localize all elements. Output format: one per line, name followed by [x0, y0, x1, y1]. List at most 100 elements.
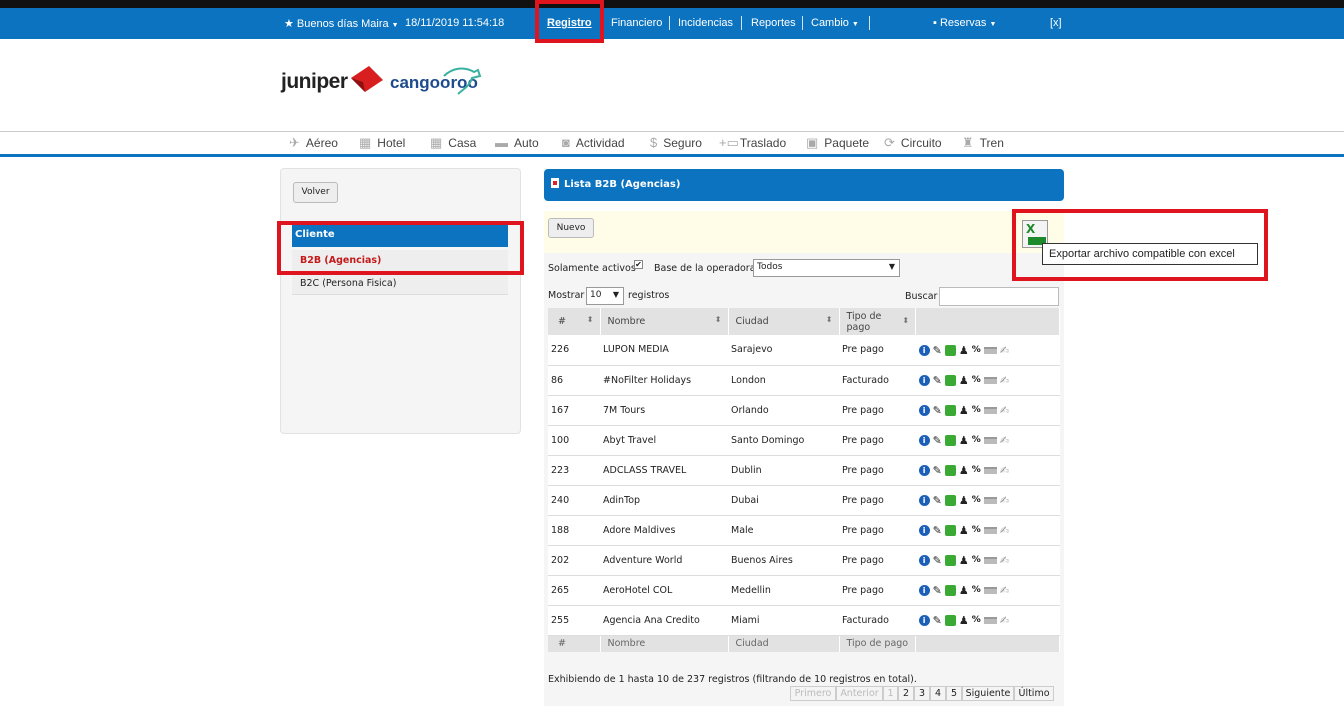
card-icon[interactable] — [983, 526, 997, 534]
info-icon[interactable]: i — [918, 524, 930, 536]
pager-first[interactable]: Primero — [790, 686, 836, 701]
sidebar-item-b2c[interactable]: B2C (Persona Fisica) — [292, 273, 508, 295]
greeting-menu[interactable]: ★ Buenos días Maira ▼ — [284, 17, 399, 30]
edit-pencil-icon[interactable]: ✎ — [933, 584, 942, 597]
card-icon[interactable] — [983, 496, 997, 504]
card-icon[interactable] — [983, 586, 997, 594]
edit-pencil-icon[interactable]: ✎ — [933, 344, 942, 357]
hand-icon[interactable]: ✍ — [1000, 614, 1009, 627]
hand-icon[interactable]: ✍ — [1000, 554, 1009, 567]
edit-pencil-icon[interactable]: ✎ — [933, 464, 942, 477]
card-icon[interactable] — [983, 436, 997, 444]
person-icon[interactable]: ♟ — [959, 584, 969, 597]
card-icon[interactable] — [983, 406, 997, 414]
hand-icon[interactable]: ✍ — [1000, 404, 1009, 417]
product-circuito[interactable]: ⟳ Circuito — [884, 135, 942, 151]
percent-icon[interactable]: % — [972, 405, 981, 415]
nav-financiero[interactable]: Financiero — [611, 17, 662, 29]
green-square-icon[interactable] — [944, 554, 956, 566]
green-square-icon[interactable] — [944, 374, 956, 386]
column-header-ciudad[interactable]: Ciudad ⬍ — [728, 308, 840, 335]
product-traslado[interactable]: +▭Traslado — [719, 135, 786, 151]
hand-icon[interactable]: ✍ — [1000, 584, 1009, 597]
close-session-link[interactable]: [x] — [1050, 17, 1062, 29]
info-icon[interactable]: i — [918, 554, 930, 566]
person-icon[interactable]: ♟ — [959, 494, 969, 507]
product-actividad[interactable]: ◙ Actividad — [562, 135, 625, 150]
green-square-icon[interactable] — [944, 464, 956, 476]
green-square-icon[interactable] — [944, 434, 956, 446]
hand-icon[interactable]: ✍ — [1000, 344, 1009, 357]
green-square-icon[interactable] — [944, 524, 956, 536]
edit-pencil-icon[interactable]: ✎ — [933, 434, 942, 447]
info-icon[interactable]: i — [918, 614, 930, 626]
card-icon[interactable] — [983, 556, 997, 564]
edit-pencil-icon[interactable]: ✎ — [933, 374, 942, 387]
pager-next[interactable]: Siguiente — [962, 686, 1014, 701]
page-size-select[interactable]: 10 ▼ — [586, 287, 624, 305]
column-header-nombre[interactable]: Nombre ⬍ — [600, 308, 729, 335]
green-square-icon[interactable] — [944, 404, 956, 416]
active-only-checkbox[interactable]: ✔ — [634, 260, 643, 269]
person-icon[interactable]: ♟ — [959, 434, 969, 447]
edit-pencil-icon[interactable]: ✎ — [933, 494, 942, 507]
edit-pencil-icon[interactable]: ✎ — [933, 404, 942, 417]
pager-page-3[interactable]: 3 — [914, 686, 930, 701]
product-paquete[interactable]: ▣ Paquete — [806, 135, 869, 151]
info-icon[interactable]: i — [918, 584, 930, 596]
person-icon[interactable]: ♟ — [959, 344, 969, 357]
percent-icon[interactable]: % — [972, 465, 981, 475]
info-icon[interactable]: i — [918, 404, 930, 416]
person-icon[interactable]: ♟ — [959, 554, 969, 567]
percent-icon[interactable]: % — [972, 615, 981, 625]
person-icon[interactable]: ♟ — [959, 374, 969, 387]
product-casa[interactable]: ▦ Casa — [430, 135, 476, 151]
pager-previous[interactable]: Anterior — [836, 686, 883, 701]
percent-icon[interactable]: % — [972, 495, 981, 505]
green-square-icon[interactable] — [944, 344, 956, 356]
nav-reportes[interactable]: Reportes — [751, 17, 796, 29]
back-button[interactable]: Volver — [293, 182, 338, 203]
green-square-icon[interactable] — [944, 584, 956, 596]
card-icon[interactable] — [983, 346, 997, 354]
nav-cambio[interactable]: Cambio ▼ — [811, 17, 859, 29]
nav-incidencias[interactable]: Incidencias — [678, 17, 733, 29]
product-hotel[interactable]: ▦ Hotel — [359, 135, 405, 151]
hand-icon[interactable]: ✍ — [1000, 374, 1009, 387]
product-seguro[interactable]: $ Seguro — [650, 135, 702, 150]
pager-page-1[interactable]: 1 — [883, 686, 898, 701]
percent-icon[interactable]: % — [972, 555, 981, 565]
info-icon[interactable]: i — [918, 374, 930, 386]
hand-icon[interactable]: ✍ — [1000, 524, 1009, 537]
product-auto[interactable]: ▬ Auto — [495, 135, 539, 150]
reservas-menu[interactable]: ▪ Reservas ▼ — [933, 17, 996, 29]
pager-page-5[interactable]: 5 — [946, 686, 962, 701]
hand-icon[interactable]: ✍ — [1000, 464, 1009, 477]
percent-icon[interactable]: % — [972, 375, 981, 385]
column-header-id[interactable]: # ⬍ — [548, 308, 601, 335]
operator-select[interactable]: Todos ▼ — [753, 259, 900, 277]
card-icon[interactable] — [983, 466, 997, 474]
person-icon[interactable]: ♟ — [959, 464, 969, 477]
info-icon[interactable]: i — [918, 344, 930, 356]
card-icon[interactable] — [983, 376, 997, 384]
edit-pencil-icon[interactable]: ✎ — [933, 614, 942, 627]
percent-icon[interactable]: % — [972, 525, 981, 535]
product-tren[interactable]: ♜ Tren — [962, 135, 1004, 151]
info-icon[interactable]: i — [918, 464, 930, 476]
edit-pencil-icon[interactable]: ✎ — [933, 524, 942, 537]
green-square-icon[interactable] — [944, 494, 956, 506]
info-icon[interactable]: i — [918, 494, 930, 506]
card-icon[interactable] — [983, 616, 997, 624]
hand-icon[interactable]: ✍ — [1000, 494, 1009, 507]
pager-last[interactable]: Último — [1014, 686, 1054, 701]
person-icon[interactable]: ♟ — [959, 404, 969, 417]
person-icon[interactable]: ♟ — [959, 524, 969, 537]
product-aereo[interactable]: ✈ Aéreo — [289, 135, 338, 151]
pager-page-2[interactable]: 2 — [898, 686, 914, 701]
percent-icon[interactable]: % — [972, 435, 981, 445]
hand-icon[interactable]: ✍ — [1000, 434, 1009, 447]
pager-page-4[interactable]: 4 — [930, 686, 946, 701]
green-square-icon[interactable] — [944, 614, 956, 626]
edit-pencil-icon[interactable]: ✎ — [933, 554, 942, 567]
